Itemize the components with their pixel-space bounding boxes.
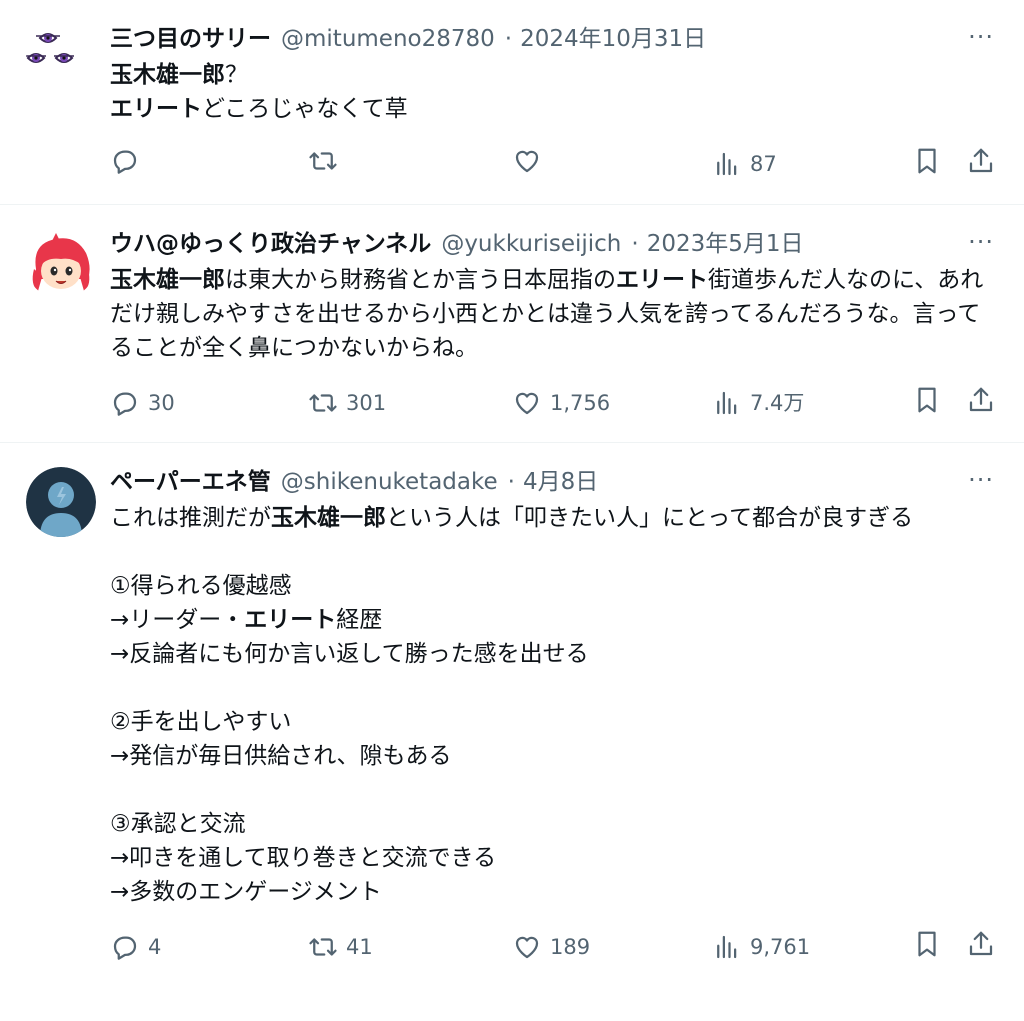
share-icon [969, 931, 993, 956]
tweet[interactable]: 三つ目のサリー @mitumeno28780 · 2024年10月31日 ···… [0, 0, 1024, 205]
bookmark-button[interactable] [912, 929, 942, 959]
tweet-feed: 三つ目のサリー @mitumeno28780 · 2024年10月31日 ···… [0, 0, 1024, 1021]
views-icon [717, 152, 737, 176]
views-button[interactable]: 87 [712, 146, 777, 182]
views-button[interactable]: 7.4万 [712, 385, 804, 421]
bookmark-icon [918, 931, 936, 957]
tweet-date[interactable]: 4月8日 [523, 463, 598, 501]
highlighted-keyword: エリート [244, 607, 337, 633]
author-name[interactable]: ペーパーエネ管 [110, 463, 271, 501]
share-icon [969, 387, 993, 412]
retweet-icon [309, 938, 337, 956]
views-icon [717, 935, 737, 959]
more-options-icon[interactable]: ··· [968, 22, 994, 52]
like-count: 189 [550, 935, 591, 959]
tweet-text-segment: どころじゃなくて草 [202, 96, 408, 122]
author-handle[interactable]: @shikenuketadake [281, 463, 498, 501]
author-name[interactable]: ウハ@ゆっくり政治チャンネル [110, 225, 431, 263]
highlighted-keyword: エリート [616, 267, 708, 293]
author-handle[interactable]: @mitumeno28780 [281, 20, 495, 58]
avatar[interactable] [26, 229, 96, 299]
tweet-text-segment: は東大から財務省とか言う日本屈指の [225, 267, 616, 293]
like-icon [515, 150, 539, 173]
tweet-text: これは推測だが玉木雄一郎という人は「叩きたい人」にとって都合が良すぎる ①得られ… [110, 501, 996, 909]
retweet-count: 41 [346, 935, 373, 959]
share-button[interactable] [966, 929, 996, 959]
tweet-text: 玉木雄一郎？ エリートどころじゃなくて草 [110, 58, 996, 126]
tweet-date[interactable]: 2023年5月1日 [647, 225, 804, 263]
tweet[interactable]: ウハ@ゆっくり政治チャンネル @yukkuriseijich · 2023年5月… [0, 205, 1024, 443]
bookmark-button[interactable] [912, 385, 942, 415]
action-bar: 87 [110, 126, 996, 204]
tweet-header: 三つ目のサリー @mitumeno28780 · 2024年10月31日 [110, 20, 996, 58]
highlighted-keyword: エリート [110, 96, 202, 122]
reply-icon [113, 936, 137, 960]
action-bar: 4 41 189 9,761 [110, 909, 996, 987]
view-count: 87 [750, 152, 777, 176]
retweet-icon [309, 394, 337, 412]
reply-icon [113, 392, 137, 416]
bookmark-button[interactable] [912, 146, 942, 176]
tweet-header: ペーパーエネ管 @shikenuketadake · 4月8日 [110, 463, 996, 501]
tweet-text-segment: ？ [225, 62, 248, 88]
like-button[interactable]: 189 [512, 929, 590, 965]
views-icon [717, 391, 737, 415]
like-count: 1,756 [550, 391, 611, 415]
retweet-count: 301 [346, 391, 387, 415]
highlighted-keyword: 玉木雄一郎 [271, 505, 386, 531]
separator-dot: · [631, 231, 639, 257]
retweet-button[interactable] [308, 146, 346, 176]
bookmark-icon [918, 387, 936, 413]
author-handle[interactable]: @yukkuriseijich [441, 225, 621, 263]
more-options-icon[interactable]: ··· [968, 227, 994, 257]
retweet-button[interactable]: 41 [308, 929, 373, 965]
avatar[interactable] [26, 24, 96, 94]
retweet-button[interactable]: 301 [308, 385, 386, 421]
tweet-date[interactable]: 2024年10月31日 [520, 20, 706, 58]
views-button[interactable]: 9,761 [712, 929, 810, 965]
reply-button[interactable]: 30 [110, 385, 175, 421]
tweet-text-segment: これは推測だが [110, 505, 271, 531]
bookmark-icon [918, 148, 936, 174]
tweet-header: ウハ@ゆっくり政治チャンネル @yukkuriseijich · 2023年5月… [110, 225, 996, 263]
view-count: 9,761 [750, 935, 811, 959]
highlighted-keyword: 玉木雄一郎 [110, 62, 225, 88]
highlighted-keyword: 玉木雄一郎 [110, 267, 225, 293]
avatar[interactable] [26, 467, 96, 537]
reply-count: 30 [148, 391, 175, 415]
reply-button[interactable]: 4 [110, 929, 161, 965]
view-count: 7.4万 [750, 391, 805, 415]
more-options-icon[interactable]: ··· [968, 465, 994, 495]
reply-button[interactable] [110, 146, 148, 176]
tweet[interactable]: ペーパーエネ管 @shikenuketadake · 4月8日 ··· これは推… [0, 443, 1024, 1021]
reply-count: 4 [148, 935, 162, 959]
retweet-icon [309, 152, 337, 170]
share-button[interactable] [966, 146, 996, 176]
author-name[interactable]: 三つ目のサリー [110, 20, 271, 58]
separator-dot: · [507, 469, 515, 495]
like-icon [515, 392, 539, 415]
like-button[interactable] [512, 146, 550, 176]
like-button[interactable]: 1,756 [512, 385, 610, 421]
like-icon [515, 936, 539, 959]
separator-dot: · [504, 26, 513, 52]
tweet-text-segment: 経歴 →反論者にも何か言い返して勝った感を出せる ②手を出しやすい →発信が毎日… [110, 607, 589, 905]
share-icon [969, 148, 993, 173]
share-button[interactable] [966, 385, 996, 415]
tweet-text: 玉木雄一郎は東大から財務省とか言う日本屈指のエリート街道歩んだ人なのに、あれだけ… [110, 263, 996, 365]
reply-icon [113, 150, 137, 174]
action-bar: 30 301 1,756 7.4万 [110, 365, 996, 443]
